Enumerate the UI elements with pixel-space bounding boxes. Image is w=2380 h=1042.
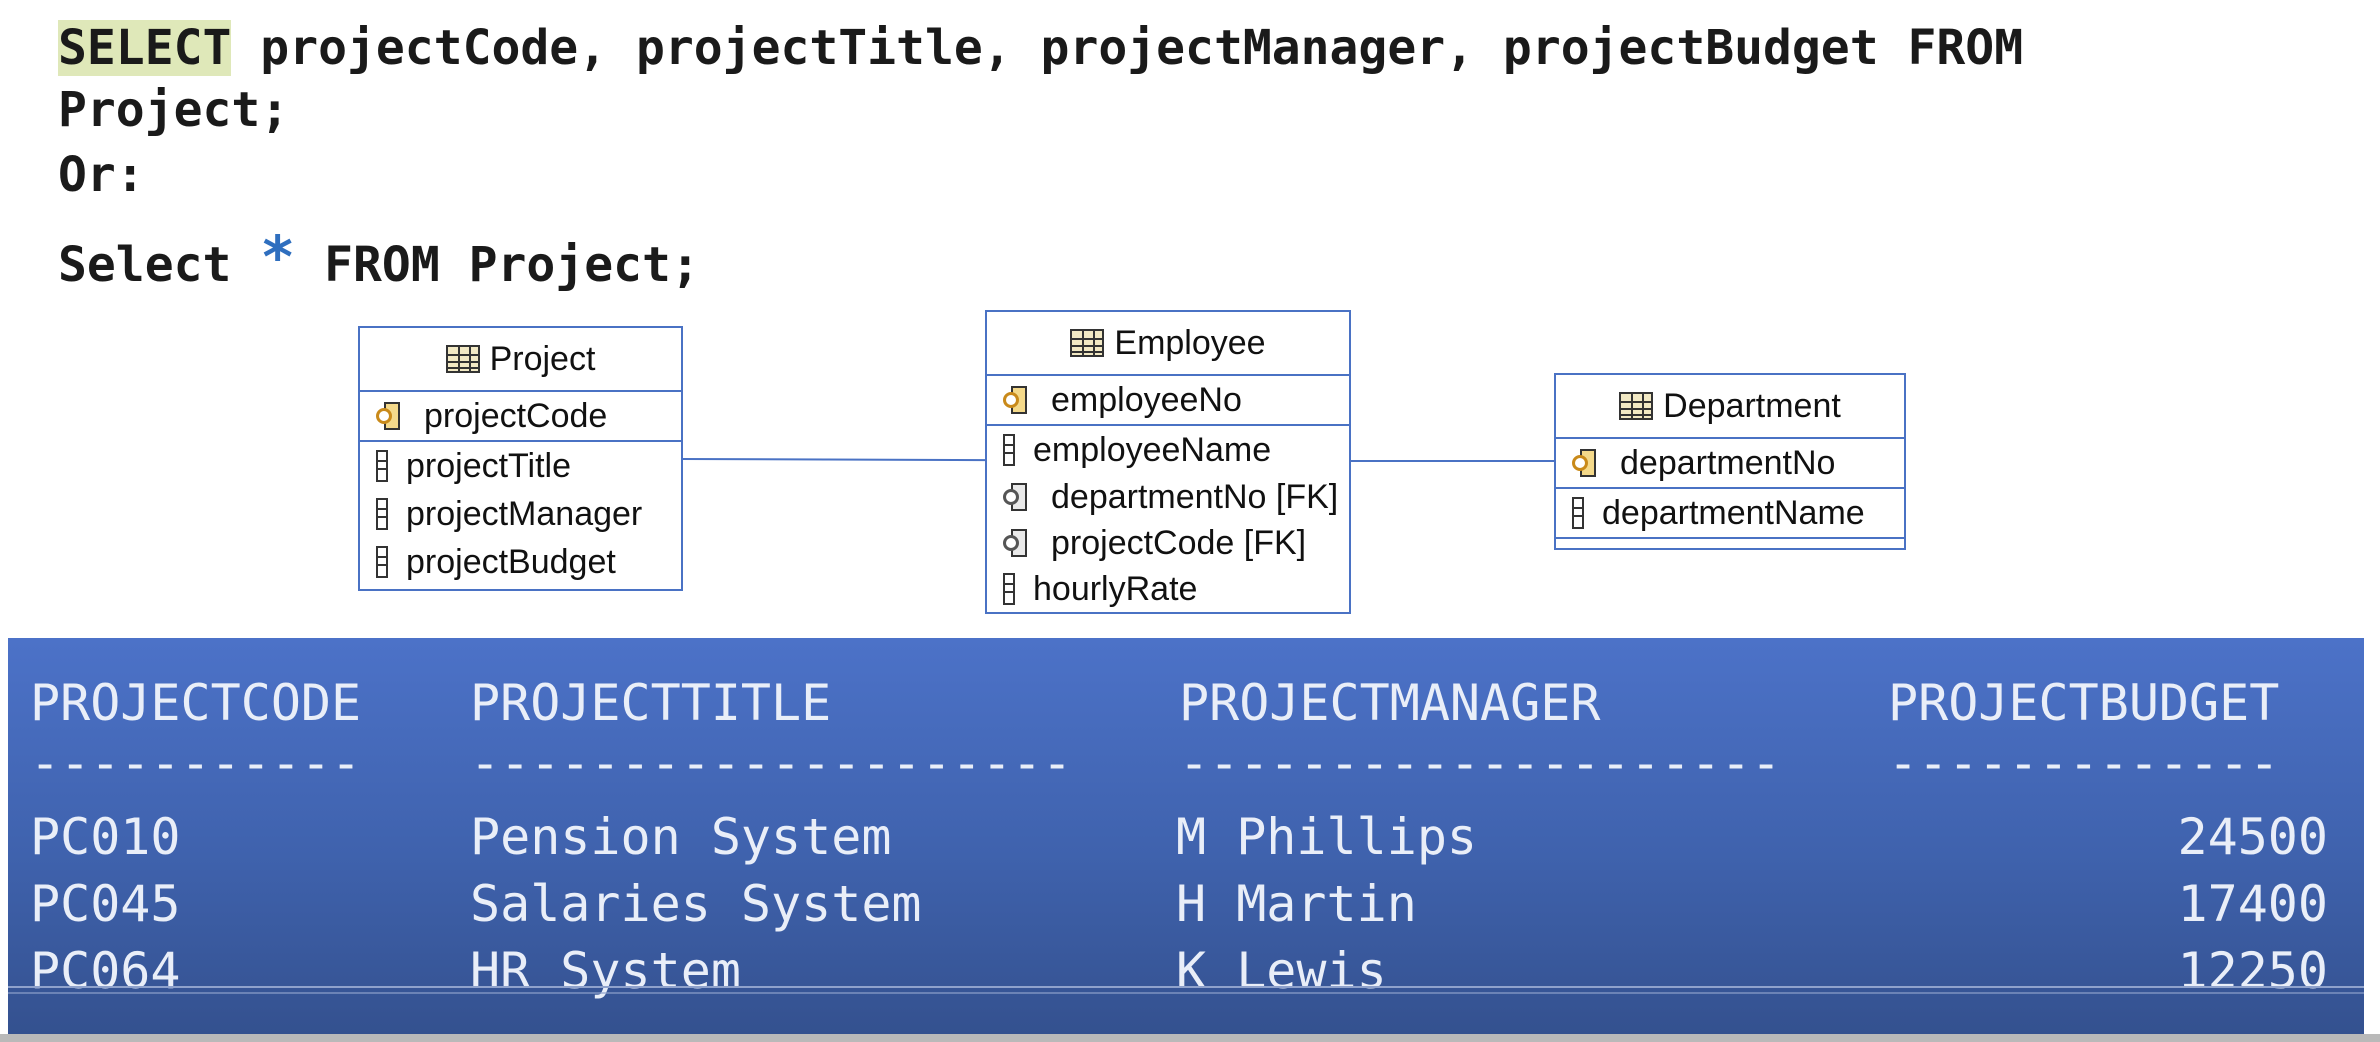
result-header-projectbudget: PROJECTBUDGET: [1888, 674, 2280, 732]
entity-header: Employee: [987, 312, 1349, 376]
entity-name: Department: [1663, 386, 1841, 425]
column-name: employeeNo: [1051, 380, 1242, 419]
entity-column-row: projectCode [FK]: [987, 520, 1349, 566]
foreign-key-icon: [1003, 527, 1033, 559]
table-cell-title: Salaries System: [470, 875, 922, 933]
sql-line-select-star: Select * FROM Project;: [58, 227, 700, 295]
result-dashes: --------------------: [1179, 734, 1782, 792]
entity-project: Project projectCode projectTitle project…: [358, 326, 683, 591]
entity-column-row: departmentNo [FK]: [987, 474, 1349, 520]
sql-line-or: Or:: [58, 147, 145, 203]
entity-column-row: projectTitle: [360, 442, 681, 490]
sql-keyword-select: SELECT: [58, 20, 232, 76]
entity-pk-row: employeeNo: [987, 376, 1349, 426]
entity-column-row: projectBudget: [360, 538, 681, 586]
table-icon: [1619, 392, 1654, 420]
relationship-line-project-employee: [680, 458, 988, 462]
primary-key-icon: [376, 400, 406, 432]
column-name: departmentNo: [1620, 443, 1836, 482]
entity-department: Department departmentNo departmentName: [1554, 373, 1906, 550]
column-icon: [1572, 497, 1584, 529]
entity-name: Employee: [1114, 323, 1266, 362]
table-cell-code: PC045: [30, 875, 181, 933]
entity-column-row: hourlyRate: [987, 566, 1349, 612]
table-icon: [445, 345, 480, 373]
column-name: departmentNo [FK]: [1051, 477, 1339, 516]
column-name: projectTitle: [406, 446, 572, 485]
entity-column-row: projectManager: [360, 490, 681, 538]
column-name: projectManager: [406, 494, 643, 533]
table-cell-manager: M Phillips: [1176, 808, 1478, 866]
column-name: departmentName: [1602, 493, 1865, 532]
bottom-border: [0, 1034, 2380, 1042]
column-name: projectBudget: [406, 542, 616, 581]
sql-line-2: Project;: [58, 82, 290, 138]
sql-select-columns: projectCode, projectTitle, projectManage…: [231, 20, 2024, 76]
sql-select-star-start: Select: [58, 237, 261, 293]
primary-key-icon: [1572, 447, 1602, 479]
result-header-projectmanager: PROJECTMANAGER: [1179, 674, 1601, 732]
column-icon: [376, 546, 388, 578]
column-name: projectCode [FK]: [1051, 523, 1307, 562]
result-header-projectcode: PROJECTCODE: [30, 674, 362, 732]
table-icon: [1070, 329, 1105, 357]
entity-header: Department: [1556, 375, 1904, 439]
column-icon: [1003, 434, 1015, 466]
foreign-key-icon: [1003, 481, 1033, 513]
entity-header: Project: [360, 328, 681, 392]
table-cell-title: Pension System: [470, 808, 892, 866]
entity-employee: Employee employeeNo employeeName departm…: [985, 310, 1351, 614]
query-result-panel: PROJECTCODE PROJECTTITLE PROJECTMANAGER …: [8, 638, 2364, 1034]
entity-column-row: departmentName: [1556, 489, 1904, 539]
divider: [8, 992, 2364, 994]
relationship-line-employee-department: [1349, 460, 1556, 462]
sql-select-star-end: FROM Project;: [295, 237, 700, 293]
column-name: hourlyRate: [1033, 569, 1198, 608]
table-cell-manager: H Martin: [1176, 875, 1417, 933]
column-name: employeeName: [1033, 430, 1272, 469]
entity-pk-row: departmentNo: [1556, 439, 1904, 489]
divider: [8, 986, 2364, 988]
result-header-projecttitle: PROJECTTITLE: [470, 674, 832, 732]
column-icon: [376, 450, 388, 482]
asterisk-icon: *: [260, 223, 296, 291]
sql-line-1: SELECT projectCode, projectTitle, projec…: [58, 18, 2023, 78]
table-cell-budget: 24500: [2177, 808, 2328, 866]
entity-pk-row: projectCode: [360, 392, 681, 442]
table-cell-budget: 17400: [2177, 875, 2328, 933]
primary-key-icon: [1003, 384, 1033, 416]
table-cell-code: PC010: [30, 808, 181, 866]
column-icon: [1003, 573, 1015, 605]
entity-column-row: employeeName: [987, 426, 1349, 474]
column-name: projectCode: [424, 396, 608, 435]
result-dashes: -------------: [1888, 734, 2280, 792]
result-dashes: -----------: [30, 734, 362, 792]
result-dashes: --------------------: [470, 734, 1073, 792]
column-icon: [376, 498, 388, 530]
entity-name: Project: [489, 339, 596, 378]
